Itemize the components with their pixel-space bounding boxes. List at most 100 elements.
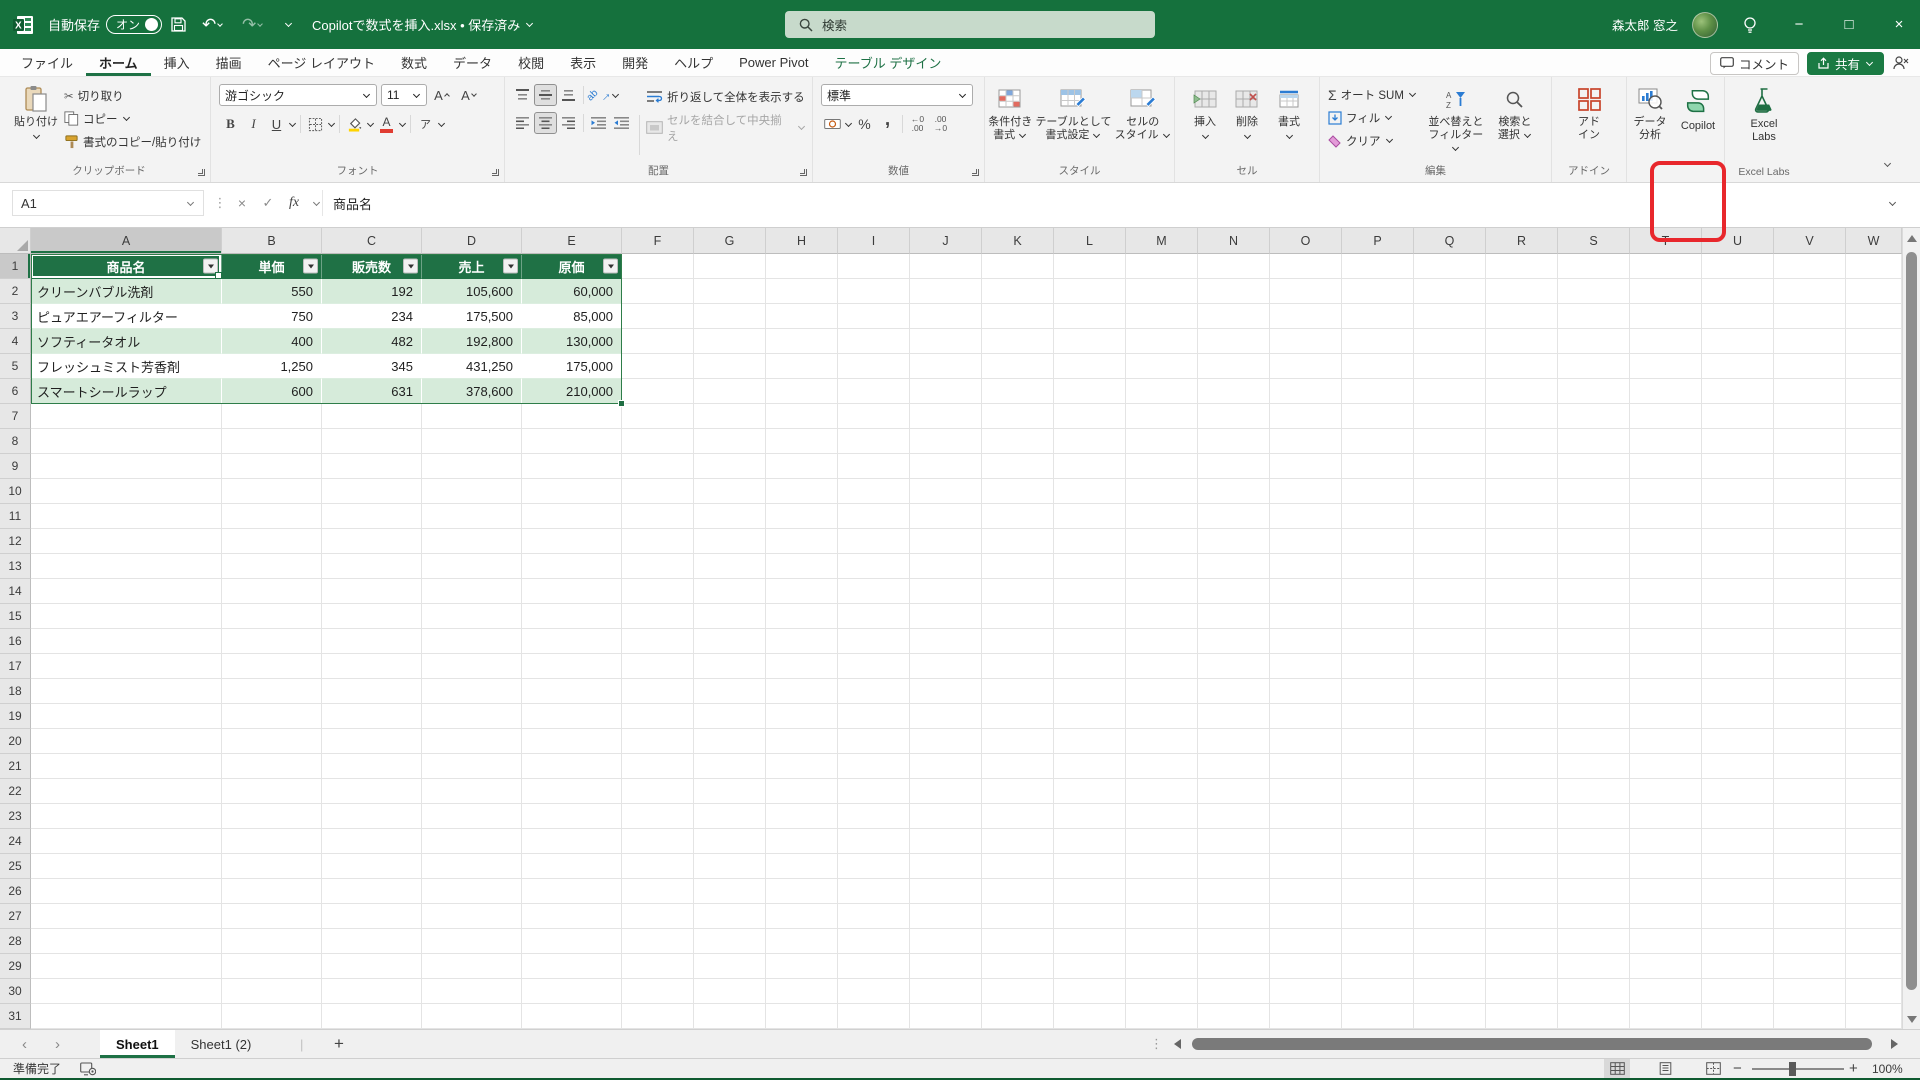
font-dialog-launcher-icon[interactable] [492, 169, 499, 176]
cell-U30[interactable] [1702, 979, 1774, 1004]
cell-M14[interactable] [1126, 579, 1198, 604]
cell-L7[interactable] [1054, 404, 1126, 429]
comma-style-button[interactable]: , [876, 113, 899, 135]
cell-S29[interactable] [1558, 954, 1630, 979]
cell-O24[interactable] [1270, 829, 1342, 854]
cell-R26[interactable] [1486, 879, 1558, 904]
cell-H10[interactable] [766, 479, 838, 504]
cell-U25[interactable] [1702, 854, 1774, 879]
cell-C10[interactable] [322, 479, 422, 504]
cell-O7[interactable] [1270, 404, 1342, 429]
cell-V20[interactable] [1774, 729, 1846, 754]
cell-G9[interactable] [694, 454, 766, 479]
scroll-left-icon[interactable] [1174, 1039, 1181, 1049]
cell-A12[interactable] [31, 529, 222, 554]
cell-I31[interactable] [838, 1004, 910, 1029]
cell-T3[interactable] [1630, 304, 1702, 329]
cell-J27[interactable] [910, 904, 982, 929]
cell-Q8[interactable] [1414, 429, 1486, 454]
cell-T31[interactable] [1630, 1004, 1702, 1029]
cell-U31[interactable] [1702, 1004, 1774, 1029]
cell-A24[interactable] [31, 829, 222, 854]
cell-H26[interactable] [766, 879, 838, 904]
cell-U20[interactable] [1702, 729, 1774, 754]
cell-S2[interactable] [1558, 279, 1630, 304]
cell-I14[interactable] [838, 579, 910, 604]
formula-input[interactable]: 商品名 [322, 190, 1878, 216]
cell-E3[interactable]: 85,000 [522, 304, 622, 329]
cell-D29[interactable] [422, 954, 522, 979]
cell-T30[interactable] [1630, 979, 1702, 1004]
align-top-button[interactable] [511, 84, 534, 106]
cell-E6[interactable]: 210,000 [522, 379, 622, 404]
cell-D19[interactable] [422, 704, 522, 729]
cell-J7[interactable] [910, 404, 982, 429]
fill-color-chevron-icon[interactable] [367, 119, 374, 126]
cell-E14[interactable] [522, 579, 622, 604]
cell-A1[interactable]: 商品名 [31, 254, 222, 279]
cell-A31[interactable] [31, 1004, 222, 1029]
cell-I23[interactable] [838, 804, 910, 829]
cell-K15[interactable] [982, 604, 1054, 629]
cell-B14[interactable] [222, 579, 322, 604]
column-header-G[interactable]: G [694, 228, 766, 254]
cell-F6[interactable] [622, 379, 694, 404]
cell-G28[interactable] [694, 929, 766, 954]
cell-S8[interactable] [1558, 429, 1630, 454]
cell-G21[interactable] [694, 754, 766, 779]
document-title[interactable]: Copilotで数式を挿入.xlsx • 保存済み [312, 0, 534, 49]
cell-U27[interactable] [1702, 904, 1774, 929]
cell-K23[interactable] [982, 804, 1054, 829]
cell-I26[interactable] [838, 879, 910, 904]
maximize-button[interactable]: □ [1832, 0, 1866, 49]
cell-Q5[interactable] [1414, 354, 1486, 379]
increase-indent-button[interactable] [610, 112, 633, 134]
cell-O8[interactable] [1270, 429, 1342, 454]
row-header-23[interactable]: 23 [0, 804, 31, 829]
cell-P10[interactable] [1342, 479, 1414, 504]
cell-S12[interactable] [1558, 529, 1630, 554]
confirm-entry-button[interactable]: ✓ [256, 190, 280, 216]
scroll-up-icon[interactable] [1903, 228, 1920, 248]
cell-P3[interactable] [1342, 304, 1414, 329]
column-header-I[interactable]: I [838, 228, 910, 254]
cell-N28[interactable] [1198, 929, 1270, 954]
cell-G13[interactable] [694, 554, 766, 579]
cell-K20[interactable] [982, 729, 1054, 754]
cell-T27[interactable] [1630, 904, 1702, 929]
scroll-right-icon[interactable] [1891, 1039, 1898, 1049]
cell-G14[interactable] [694, 579, 766, 604]
cell-J18[interactable] [910, 679, 982, 704]
cell-G27[interactable] [694, 904, 766, 929]
cell-P2[interactable] [1342, 279, 1414, 304]
format-painter-button[interactable]: 書式のコピー/貼り付け [64, 130, 201, 153]
cell-S31[interactable] [1558, 1004, 1630, 1029]
cell-G26[interactable] [694, 879, 766, 904]
cell-C5[interactable]: 345 [322, 354, 422, 379]
cell-U9[interactable] [1702, 454, 1774, 479]
cell-Q9[interactable] [1414, 454, 1486, 479]
cell-M16[interactable] [1126, 629, 1198, 654]
cell-D13[interactable] [422, 554, 522, 579]
phonetic-button[interactable]: ア [414, 113, 437, 135]
cell-T22[interactable] [1630, 779, 1702, 804]
row-header-15[interactable]: 15 [0, 604, 31, 629]
cell-T6[interactable] [1630, 379, 1702, 404]
cell-M9[interactable] [1126, 454, 1198, 479]
cell-V23[interactable] [1774, 804, 1846, 829]
cell-M26[interactable] [1126, 879, 1198, 904]
cell-E17[interactable] [522, 654, 622, 679]
expand-formula-bar-chevron-icon[interactable] [1880, 190, 1904, 216]
cell-M20[interactable] [1126, 729, 1198, 754]
accounting-format-button[interactable] [821, 113, 844, 135]
cell-J6[interactable] [910, 379, 982, 404]
insert-function-button[interactable]: fx [282, 190, 306, 216]
cell-I28[interactable] [838, 929, 910, 954]
cell-Q11[interactable] [1414, 504, 1486, 529]
cell-P22[interactable] [1342, 779, 1414, 804]
row-header-11[interactable]: 11 [0, 504, 31, 529]
cell-R31[interactable] [1486, 1004, 1558, 1029]
cell-C19[interactable] [322, 704, 422, 729]
cell-T16[interactable] [1630, 629, 1702, 654]
cell-T23[interactable] [1630, 804, 1702, 829]
